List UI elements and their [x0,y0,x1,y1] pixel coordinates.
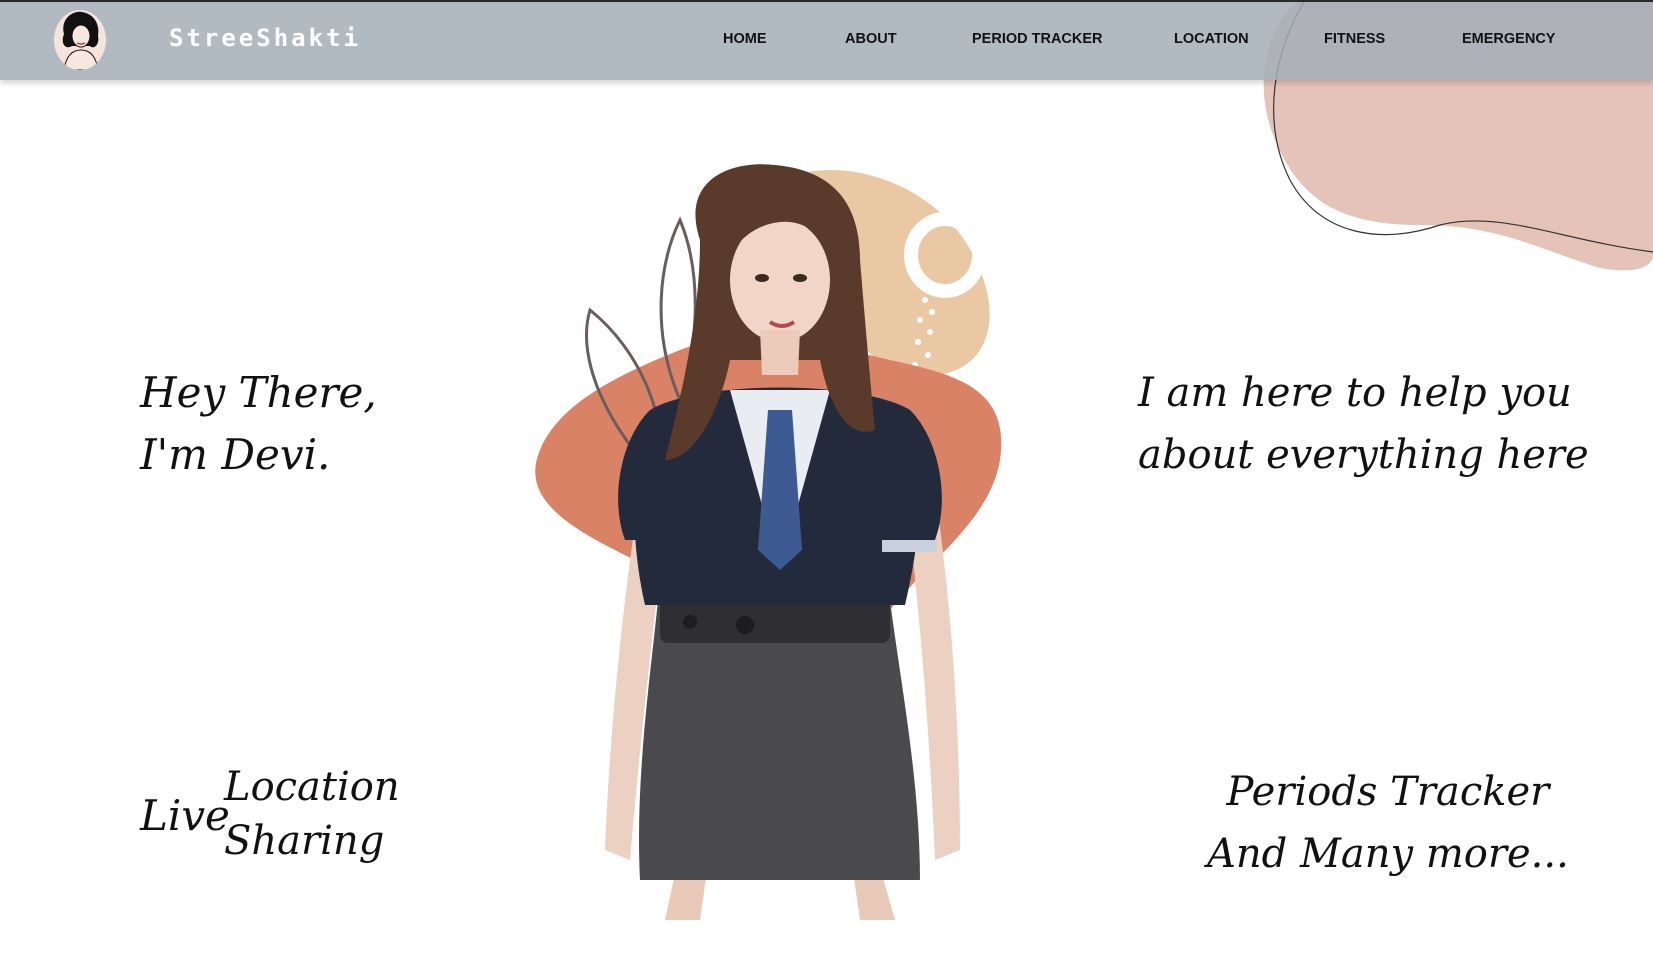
help-line-2: about everything here [1138,432,1589,478]
nav-about[interactable]: ABOUT [845,31,897,47]
help-line-1: I am here to help you [1138,370,1572,416]
nav-home[interactable]: HOME [723,31,767,47]
feature-periods-text: Periods Tracker And Many more... [1207,761,1569,885]
feature-location-text: Location Sharing [224,760,400,868]
woman-avatar-icon[interactable] [54,10,106,70]
nav-emergency[interactable]: EMERGENCY [1462,31,1555,47]
hero-illustration [535,164,1002,920]
greeting-line-1: Hey There, [140,368,377,417]
feature-periods-line-1: Periods Tracker [1226,769,1550,815]
feature-location-line-1: Location [224,764,400,810]
greeting-line-2: I'm Devi. [140,430,331,479]
nav-period-tracker[interactable]: PERIOD TRACKER [972,31,1103,47]
feature-location-line-2: Sharing [224,818,385,864]
greeting-text: Hey There, I'm Devi. [140,362,377,486]
nav-location[interactable]: LOCATION [1174,31,1249,47]
brand-name[interactable]: StreeShakti [169,24,361,52]
nav-fitness[interactable]: FITNESS [1324,31,1385,47]
navbar: StreeShakti HOME ABOUT PERIOD TRACKER LO… [0,0,1653,80]
help-text: I am here to help you about everything h… [1138,362,1589,486]
feature-live-text: Live [140,791,230,840]
home-page: StreeShakti HOME ABOUT PERIOD TRACKER LO… [0,0,1653,963]
feature-periods-line-2: And Many more... [1207,831,1569,877]
